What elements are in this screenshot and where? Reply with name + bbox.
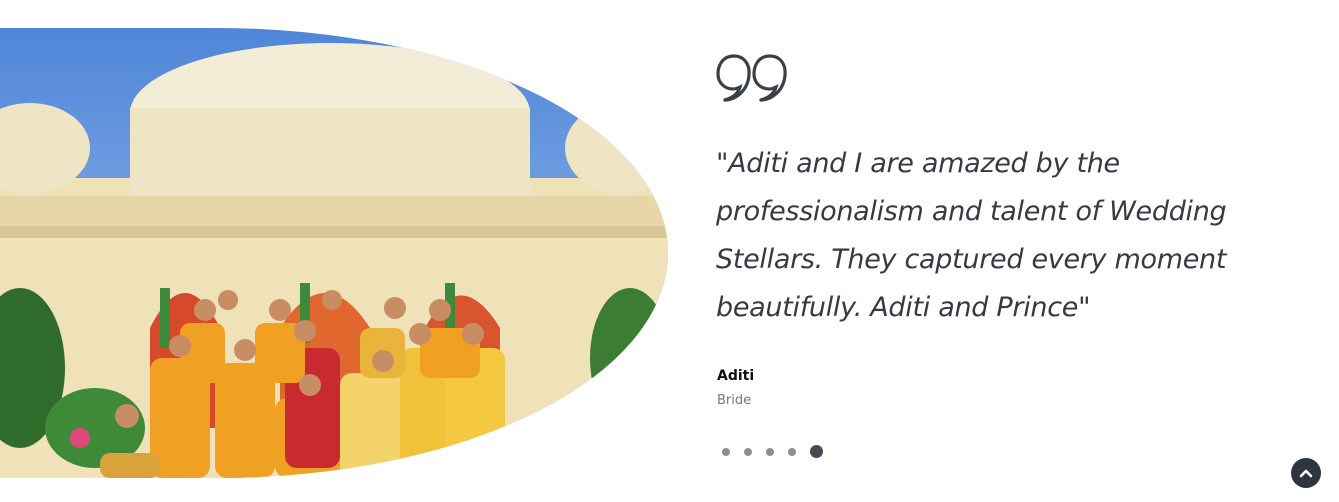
scroll-to-top-button[interactable] — [1291, 458, 1321, 488]
carousel-dot-4[interactable] — [788, 447, 796, 456]
chevron-up-icon — [1299, 469, 1313, 478]
carousel-dot-2[interactable] — [744, 447, 752, 456]
carousel-dot-1[interactable] — [722, 447, 730, 456]
testimonial-photo — [0, 28, 668, 478]
quote-icon — [716, 54, 787, 102]
carousel-dots — [722, 445, 823, 458]
carousel-dot-3[interactable] — [766, 447, 774, 456]
testimonial-quote: "Aditi and I are amazed by the professio… — [716, 148, 1227, 323]
carousel-dot-5[interactable] — [810, 445, 823, 458]
author-name: Aditi — [717, 368, 755, 384]
author-role: Bride — [717, 393, 752, 408]
